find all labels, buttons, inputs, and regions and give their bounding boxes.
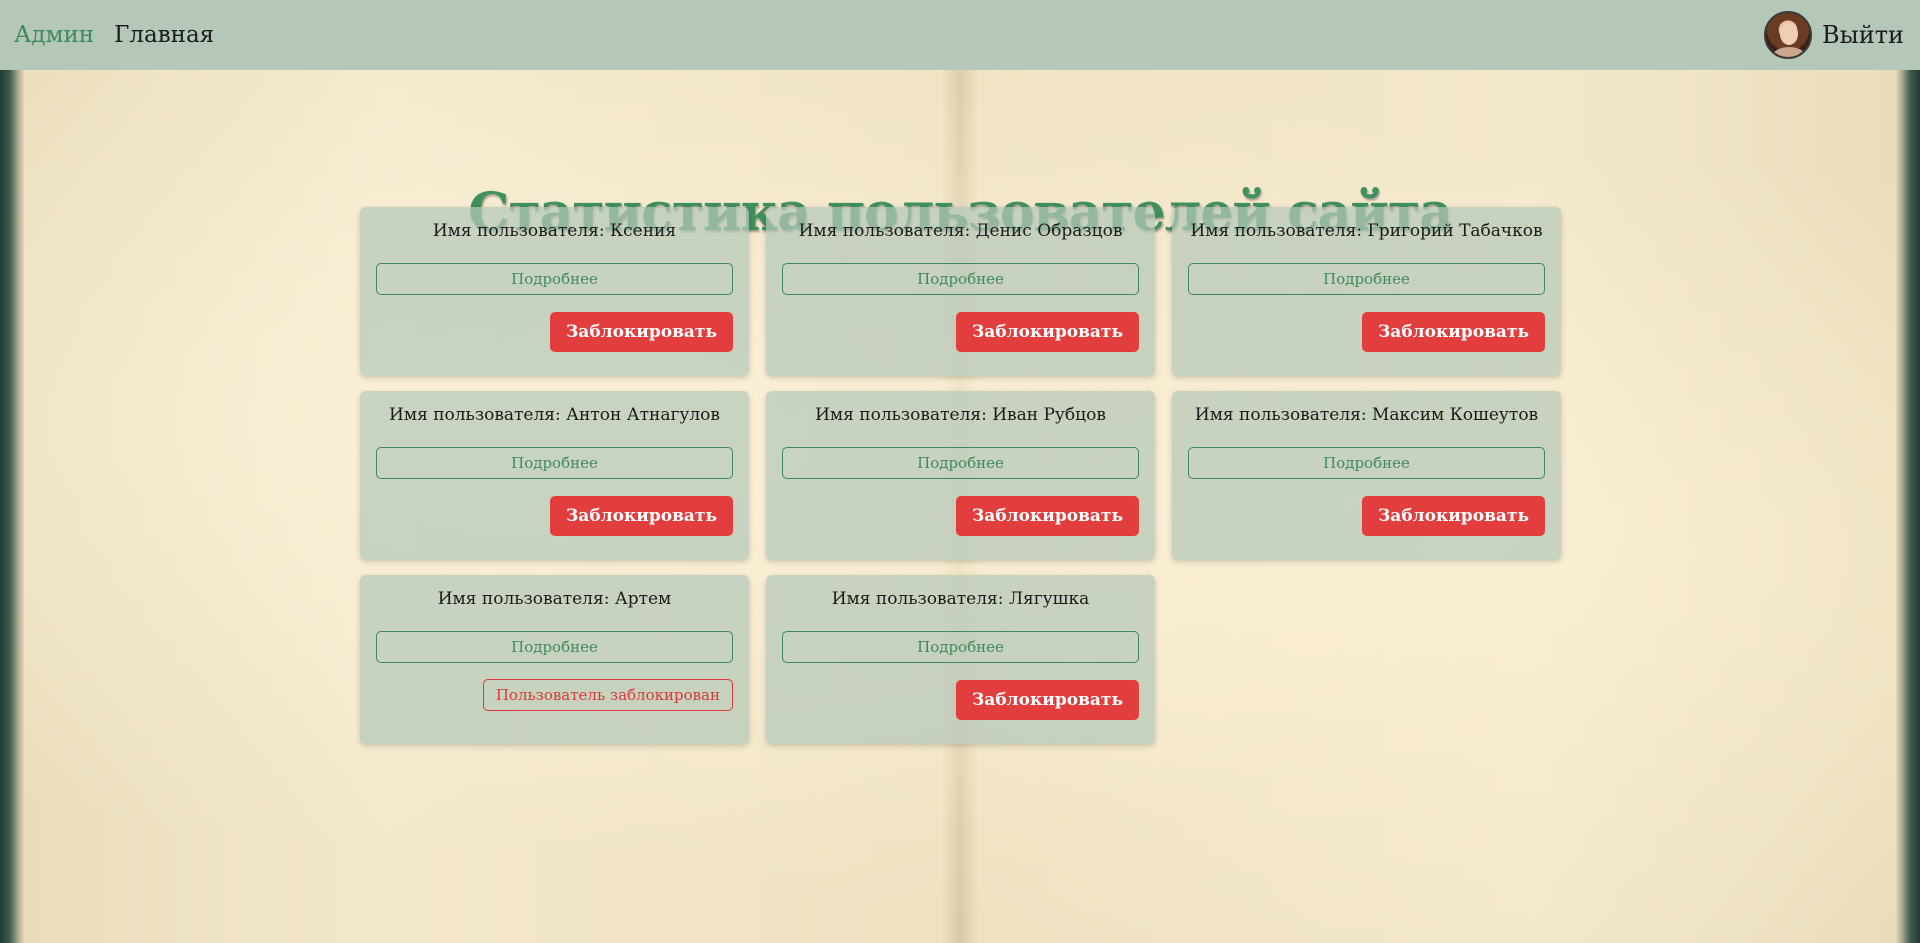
block-user-button[interactable]: Заблокировать bbox=[550, 312, 733, 352]
block-user-button[interactable]: Заблокировать bbox=[956, 312, 1139, 352]
card-actions: Заблокировать bbox=[1188, 312, 1545, 352]
user-card-title: Имя пользователя: Иван Рубцов bbox=[815, 405, 1106, 425]
block-user-button[interactable]: Заблокировать bbox=[1362, 312, 1545, 352]
nav-left: Админ Главная bbox=[14, 22, 214, 48]
details-button[interactable]: Подробнее bbox=[1188, 447, 1545, 479]
user-card-title: Имя пользователя: Артем bbox=[437, 589, 672, 609]
nav-right: Выйти bbox=[1763, 11, 1906, 59]
user-card: Имя пользователя: Артем Подробнее Пользо… bbox=[360, 575, 749, 744]
details-button[interactable]: Подробнее bbox=[376, 263, 733, 295]
user-card-title: Имя пользователя: Лягушка bbox=[831, 589, 1090, 609]
details-button[interactable]: Подробнее bbox=[376, 631, 733, 663]
card-actions: Заблокировать bbox=[1188, 496, 1545, 536]
details-button[interactable]: Подробнее bbox=[782, 263, 1139, 295]
user-card: Имя пользователя: Антон Атнагулов Подроб… bbox=[360, 391, 749, 560]
details-button[interactable]: Подробнее bbox=[376, 447, 733, 479]
details-button[interactable]: Подробнее bbox=[1188, 263, 1545, 295]
card-actions: Заблокировать bbox=[782, 680, 1139, 720]
block-user-button[interactable]: Заблокировать bbox=[956, 496, 1139, 536]
details-button[interactable]: Подробнее bbox=[782, 447, 1139, 479]
user-card-title: Имя пользователя: Максим Кошеутов bbox=[1194, 405, 1539, 425]
user-card: Имя пользователя: Денис Образцов Подробн… bbox=[766, 207, 1155, 376]
user-card: Имя пользователя: Ксения Подробнее Забло… bbox=[360, 207, 749, 376]
details-button[interactable]: Подробнее bbox=[782, 631, 1139, 663]
card-actions: Пользователь заблокирован bbox=[376, 679, 733, 711]
nav-link-admin[interactable]: Админ bbox=[14, 22, 94, 48]
logout-button[interactable]: Выйти bbox=[1822, 21, 1904, 49]
card-actions: Заблокировать bbox=[376, 312, 733, 352]
block-user-button[interactable]: Заблокировать bbox=[1362, 496, 1545, 536]
block-user-button[interactable]: Заблокировать bbox=[550, 496, 733, 536]
user-card: Имя пользователя: Максим Кошеутов Подроб… bbox=[1172, 391, 1561, 560]
avatar-face bbox=[1779, 23, 1798, 45]
avatar-body bbox=[1771, 47, 1806, 57]
user-card-title: Имя пользователя: Денис Образцов bbox=[798, 221, 1123, 241]
user-card: Имя пользователя: Григорий Табачков Подр… bbox=[1172, 207, 1561, 376]
block-user-button[interactable]: Заблокировать bbox=[956, 680, 1139, 720]
user-card-title: Имя пользователя: Ксения bbox=[432, 221, 677, 241]
user-card: Имя пользователя: Лягушка Подробнее Забл… bbox=[766, 575, 1155, 744]
nav-link-home[interactable]: Главная bbox=[114, 22, 214, 48]
user-card-title: Имя пользователя: Антон Атнагулов bbox=[389, 405, 720, 425]
card-actions: Заблокировать bbox=[782, 312, 1139, 352]
user-blocked-badge: Пользователь заблокирован bbox=[482, 679, 733, 711]
user-card: Имя пользователя: Иван Рубцов Подробнее … bbox=[766, 391, 1155, 560]
user-cards-grid: Имя пользователя: Ксения Подробнее Забло… bbox=[360, 207, 1561, 744]
user-avatar[interactable] bbox=[1763, 11, 1812, 59]
user-card-title: Имя пользователя: Григорий Табачков bbox=[1190, 221, 1543, 241]
card-actions: Заблокировать bbox=[782, 496, 1139, 536]
top-navbar: Админ Главная Выйти bbox=[0, 0, 1920, 70]
card-actions: Заблокировать bbox=[376, 496, 733, 536]
